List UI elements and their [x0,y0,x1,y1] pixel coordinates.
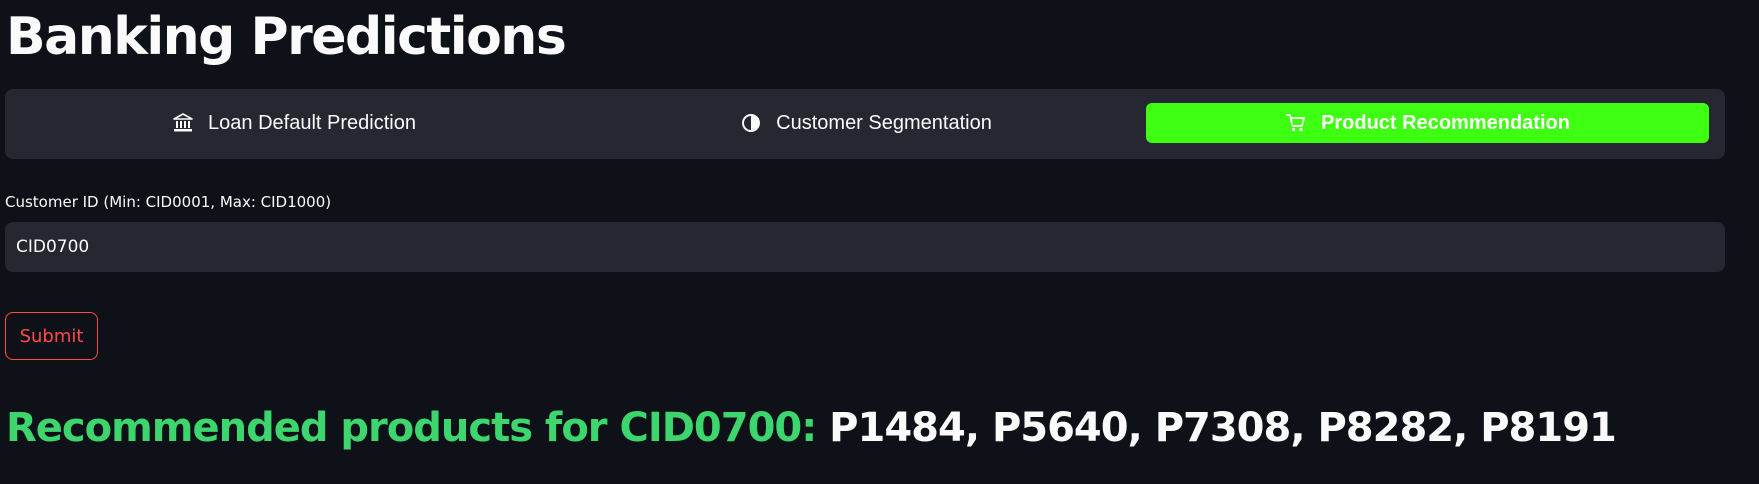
tab-product-recommendation[interactable]: Product Recommendation [1146,103,1709,143]
half-circle-icon [740,112,762,134]
tab-label: Customer Segmentation [776,111,992,134]
page-title: Banking Predictions [6,7,567,67]
recommended-products: P1484, P5640, P7308, P8282, P8191 [829,405,1617,451]
tab-label: Product Recommendation [1321,111,1570,134]
cart-icon [1285,112,1307,134]
bank-icon [172,112,194,134]
recommendation-result: Recommended products for CID0700: P1484,… [6,400,1617,456]
customer-id-label: Customer ID (Min: CID0001, Max: CID1000) [5,193,332,211]
result-lead: Recommended products for CID0700: [6,405,817,451]
customer-id-input[interactable] [5,222,1725,272]
tab-loan-default-prediction[interactable]: Loan Default Prediction [17,103,571,143]
tab-customer-segmentation[interactable]: Customer Segmentation [589,103,1143,143]
tab-label: Loan Default Prediction [208,111,416,134]
navigation-tabs: Loan Default Prediction Customer Segment… [5,89,1725,159]
submit-button[interactable]: Submit [5,312,98,360]
